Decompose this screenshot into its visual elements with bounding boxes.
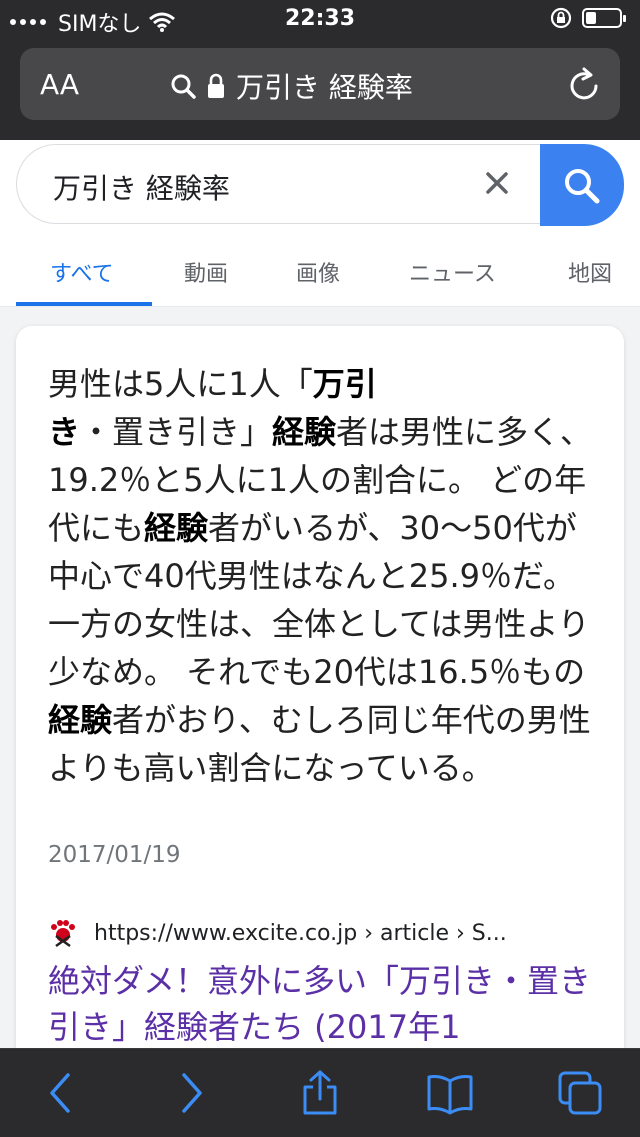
search-icon (565, 169, 600, 204)
snippet-segment: ・置き引き」 (80, 413, 273, 451)
orientation-lock-icon (550, 7, 572, 29)
forward-icon[interactable] (166, 1069, 214, 1117)
search-icon (171, 74, 196, 99)
text-size-button[interactable]: AA (40, 68, 79, 101)
snippet-highlight: 経験 (272, 413, 337, 451)
snippet-segment: 者がおり、むしろ同じ年代の男性よりも高い割合になっている。 (48, 701, 591, 787)
snippet-date: 2017/01/19 (48, 842, 181, 868)
address-display[interactable]: 万引き 経験率 (170, 66, 413, 106)
google-search-box: 万引き 経験率 (16, 144, 624, 226)
status-bar: SIMなし 22:33 (0, 0, 640, 40)
tabs-icon[interactable] (556, 1069, 604, 1117)
share-icon[interactable] (296, 1069, 344, 1117)
tab-images[interactable]: 画像 (296, 256, 340, 288)
back-icon[interactable] (38, 1069, 86, 1117)
tab-maps[interactable]: 地図 (568, 256, 612, 288)
clear-icon[interactable] (482, 168, 512, 198)
snippet-segment: 男性は5人に1人「 (48, 365, 313, 403)
address-bar[interactable]: AA 万引き 経験率 (20, 48, 620, 120)
address-text: 万引き 経験率 (236, 71, 413, 104)
result-title-link[interactable]: 絶対ダメ！意外に多い「万引き・置き引き」経験者たち (2017年1 (48, 958, 608, 1050)
active-tab-indicator (16, 302, 152, 306)
browser-toolbar: AA 万引き 経験率 (0, 40, 640, 140)
battery-icon (582, 8, 626, 28)
tab-news[interactable]: ニュース (409, 256, 496, 288)
snippet-highlight: 経験 (144, 509, 209, 547)
status-right (550, 7, 626, 29)
bottom-toolbar (0, 1048, 640, 1137)
result-url: https://www.excite.co.jp › article › S..… (94, 920, 507, 946)
search-input[interactable]: 万引き 経験率 (16, 144, 556, 224)
tab-all[interactable]: すべて (50, 256, 114, 288)
tab-videos[interactable]: 動画 (184, 256, 228, 288)
lock-icon (208, 73, 224, 98)
bookmarks-icon[interactable] (426, 1069, 474, 1117)
result-source[interactable]: https://www.excite.co.jp › article › S..… (48, 918, 507, 948)
snippet-text: 男性は5人に1人「万引き・置き引き」経験者は男性に多く、19.2％と5人に1人の… (48, 360, 596, 792)
reload-icon[interactable] (568, 66, 602, 102)
search-tabs: すべて 動画 画像 ニュース 地図 (0, 236, 640, 307)
search-button[interactable] (540, 144, 624, 226)
snippet-highlight: 経験 (48, 701, 113, 739)
featured-snippet-card: 男性は5人に1人「万引き・置き引き」経験者は男性に多く、19.2％と5人に1人の… (16, 326, 624, 1086)
excite-favicon-icon (51, 920, 75, 948)
status-time: 22:33 (284, 6, 356, 31)
